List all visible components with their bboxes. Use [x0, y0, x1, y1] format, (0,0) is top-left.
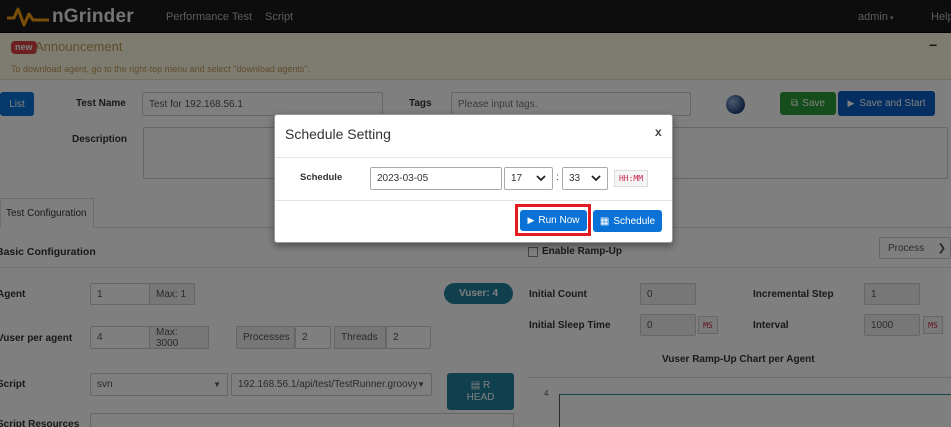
time-format-hint: HH:MM	[614, 170, 648, 187]
schedule-setting-modal: Schedule Setting x Schedule 2023-03-05 1…	[274, 114, 673, 243]
chevron-down-icon	[591, 175, 601, 182]
schedule-minute-value: 33	[569, 173, 581, 184]
schedule-date-value: 2023-03-05	[377, 173, 429, 184]
run-now-highlight	[515, 204, 591, 236]
chevron-down-icon	[536, 175, 546, 182]
schedule-minute-select[interactable]: 33	[562, 167, 608, 190]
modal-footer-divider	[275, 200, 672, 201]
calendar-icon: ▦	[599, 215, 610, 227]
close-icon[interactable]: x	[655, 125, 662, 139]
schedule-button-label: Schedule	[613, 215, 656, 227]
modal-title: Schedule Setting	[285, 126, 391, 142]
modal-divider	[275, 157, 672, 158]
time-separator: :	[556, 172, 559, 183]
schedule-hour-value: 17	[511, 173, 523, 184]
schedule-date-input[interactable]: 2023-03-05	[370, 167, 502, 190]
schedule-hour-select[interactable]: 17	[504, 167, 553, 190]
schedule-button[interactable]: ▦ Schedule	[593, 210, 662, 232]
schedule-label: Schedule	[300, 172, 343, 183]
